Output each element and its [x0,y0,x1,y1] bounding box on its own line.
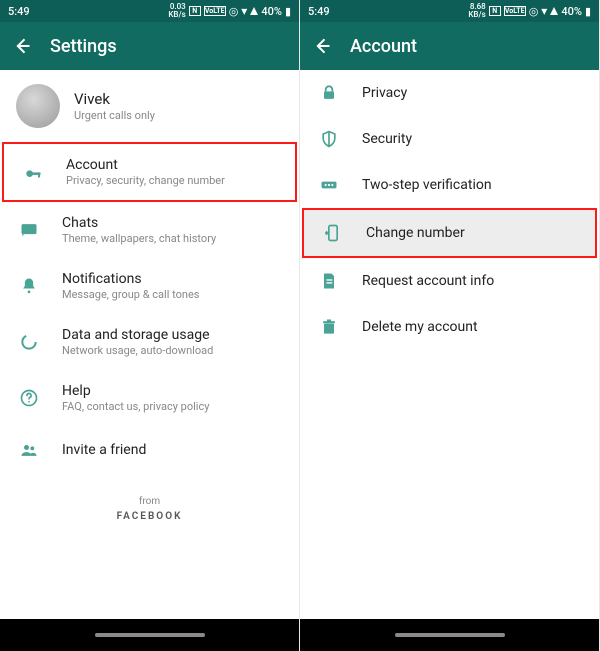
battery-pct: 40% [561,5,582,18]
account-list: Privacy Security Two-step verification C… [300,70,599,619]
volte-icon: VoLTE [204,6,226,16]
key-icon [22,161,44,183]
status-bar: 5:49 0.03KB/s N VoLTE ◎ ▾ 40% ▮ [0,0,299,22]
android-nav-bar[interactable] [0,619,299,651]
settings-item-account[interactable]: Account Privacy, security, change number [4,144,295,200]
status-bar: 5:49 8.68KB/s N VoLTE ◎ ▾ 40% ▮ [300,0,599,22]
settings-item-data[interactable]: Data and storage usage Network usage, au… [0,314,299,370]
trash-icon [318,316,340,338]
app-header: Settings [0,22,299,70]
highlight-change-number: Change number [302,208,597,258]
avatar [16,84,60,128]
status-right: 0.03KB/s N VoLTE ◎ ▾ 40% ▮ [168,3,291,19]
account-item-security[interactable]: Security [300,116,599,162]
phone-account: 5:49 8.68KB/s N VoLTE ◎ ▾ 40% ▮ Account … [300,0,600,651]
shield-icon [318,128,340,150]
profile-status: Urgent calls only [74,109,155,122]
app-header: Account [300,22,599,70]
footer: from FACEBOOK [0,496,299,522]
account-item-delete[interactable]: Delete my account [300,304,599,350]
n-icon: N [189,6,201,16]
account-item-request-info[interactable]: Request account info [300,258,599,304]
account-item-twostep[interactable]: Two-step verification [300,162,599,208]
battery-pct: 40% [261,5,282,18]
status-time: 5:49 [8,5,30,18]
wifi-icon: ▾ [241,4,247,18]
help-icon [18,387,40,409]
battery-icon: ▮ [585,5,591,18]
phone-swap-icon [322,222,344,244]
account-item-change-number[interactable]: Change number [304,210,595,256]
pin-icon [318,174,340,196]
page-title: Account [350,36,417,57]
vibrate-icon: ◎ [229,5,239,18]
volte-icon: VoLTE [504,6,526,16]
phone-settings: 5:49 0.03KB/s N VoLTE ◎ ▾ 40% ▮ Settings… [0,0,300,651]
document-icon [318,270,340,292]
android-nav-bar[interactable] [300,619,599,651]
page-title: Settings [50,36,117,57]
chat-icon [18,219,40,241]
profile-name: Vivek [74,90,155,108]
status-time: 5:49 [308,5,330,18]
battery-icon: ▮ [285,5,291,18]
account-item-privacy[interactable]: Privacy [300,70,599,116]
settings-item-chats[interactable]: Chats Theme, wallpapers, chat history [0,202,299,258]
signal-icon [550,7,558,15]
n-icon: N [489,6,501,16]
settings-item-help[interactable]: Help FAQ, contact us, privacy policy [0,370,299,426]
wifi-icon: ▾ [541,4,547,18]
settings-list: Vivek Urgent calls only Account Privacy,… [0,70,299,619]
profile-row[interactable]: Vivek Urgent calls only [0,70,299,142]
highlight-account: Account Privacy, security, change number [2,142,297,202]
status-right: 8.68KB/s N VoLTE ◎ ▾ 40% ▮ [468,3,591,19]
settings-item-invite[interactable]: Invite a friend [0,426,299,474]
signal-icon [250,7,258,15]
data-usage-icon [18,331,40,353]
vibrate-icon: ◎ [529,5,539,18]
settings-item-notifications[interactable]: Notifications Message, group & call tone… [0,258,299,314]
bell-icon [18,275,40,297]
people-icon [18,439,40,461]
lock-icon [318,82,340,104]
back-icon[interactable] [312,36,332,56]
back-icon[interactable] [12,36,32,56]
